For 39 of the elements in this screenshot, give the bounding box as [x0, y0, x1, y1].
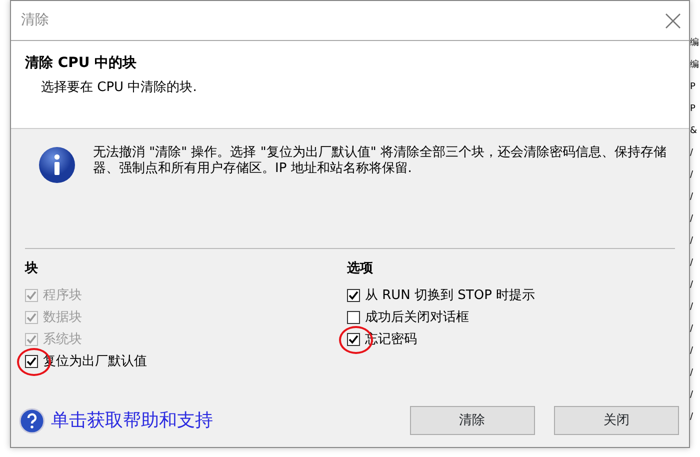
checkbox[interactable]: [347, 333, 360, 346]
background-text: /: [690, 147, 694, 160]
help-link[interactable]: 单击获取帮助和支持: [51, 407, 213, 434]
checkbox-label: 程序块: [43, 286, 82, 305]
close-icon[interactable]: [665, 12, 681, 28]
help-icon[interactable]: [19, 408, 45, 434]
checkbox[interactable]: [347, 289, 360, 302]
checkbox-label: 从 RUN 切换到 STOP 时提示: [365, 286, 536, 305]
info-message: 无法撤消 "清除" 操作。选择 "复位为出厂默认值" 将清除全部三个块，还会清除密码信息、保持存储器、强制点和所有用户存储区。IP 地址和站名称将保留.: [93, 145, 668, 178]
section-heading: 选项: [347, 260, 374, 278]
background-text: 编: [690, 58, 700, 72]
checkbox[interactable]: [347, 311, 360, 324]
background-text: /: [690, 279, 694, 292]
background-text: /: [690, 191, 694, 204]
background-text: /: [690, 389, 694, 402]
background-text: /: [690, 323, 694, 336]
checkbox[interactable]: [25, 355, 38, 368]
background-text: /: [690, 169, 694, 182]
window-title: 清除: [21, 11, 49, 30]
background-text: /: [690, 367, 694, 380]
checkbox-label: 数据块: [43, 308, 82, 327]
background-text: &: [690, 125, 698, 138]
checkbox-label: 成功后关闭对话框: [365, 308, 469, 327]
background-text: 编: [690, 36, 700, 50]
background-text: /: [690, 257, 694, 270]
background-text: /: [690, 213, 694, 226]
info-icon: [37, 145, 77, 185]
header-title: 清除 CPU 中的块: [25, 54, 138, 73]
checkbox-label: 系统块: [43, 330, 82, 349]
section-heading: 块: [25, 260, 39, 278]
background-text: /: [690, 301, 694, 314]
dialog-button[interactable]: 关闭: [554, 406, 679, 435]
background-text: /: [690, 235, 694, 248]
dialog-button[interactable]: 清除: [410, 406, 534, 435]
header-subtitle: 选择要在 CPU 中清除的块.: [40, 79, 198, 97]
background-text: P: [690, 81, 696, 94]
background-text: P: [690, 103, 696, 116]
background-text: /: [690, 345, 694, 358]
background-text: /: [690, 411, 694, 424]
